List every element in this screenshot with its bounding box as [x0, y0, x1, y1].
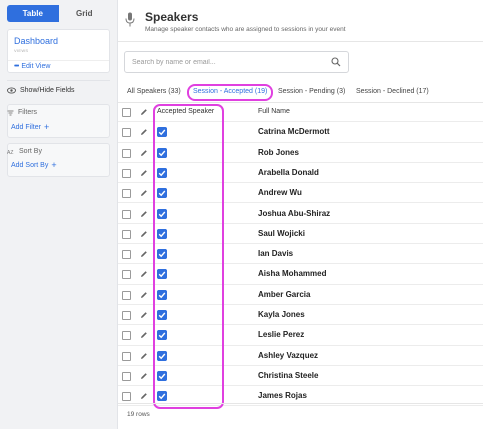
- tab-all-speakers[interactable]: All Speakers (33): [127, 88, 181, 95]
- speaker-full-name: Andrew Wu: [258, 188, 302, 198]
- edit-pencil-icon[interactable]: [140, 169, 148, 177]
- search-box: [124, 51, 349, 73]
- search-icon[interactable]: [331, 57, 341, 67]
- edit-pencil-icon[interactable]: [140, 149, 148, 157]
- tab-session-accepted[interactable]: Session - Accepted (19): [193, 88, 267, 95]
- filters-heading: Filters: [7, 109, 37, 116]
- page-title: Speakers: [145, 10, 199, 24]
- dashboard-card[interactable]: Dashboard VIEWS ••• Edit View: [7, 29, 110, 73]
- speaker-full-name: Christina Steele: [258, 370, 319, 380]
- speaker-full-name: Catrina McDermott: [258, 127, 330, 137]
- select-all-checkbox[interactable]: [122, 108, 131, 117]
- edit-pencil-icon[interactable]: [140, 210, 148, 218]
- add-sort-button[interactable]: Add Sort By +: [11, 160, 57, 170]
- edit-view-label: Edit View: [21, 63, 51, 70]
- speaker-full-name: James Rojas: [258, 391, 307, 401]
- speaker-full-name: Rob Jones: [258, 147, 299, 157]
- column-header-full-name[interactable]: Full Name: [258, 108, 290, 115]
- edit-pencil-icon[interactable]: [140, 372, 148, 380]
- grid-view-button[interactable]: Grid: [59, 5, 111, 22]
- app: Table Grid Dashboard VIEWS ••• Edit View…: [0, 0, 483, 429]
- view-toggle: Table Grid: [7, 5, 110, 22]
- row-select-checkbox[interactable]: [122, 311, 131, 320]
- edit-pencil-icon[interactable]: [140, 128, 148, 136]
- row-select-checkbox[interactable]: [122, 290, 131, 300]
- edit-view-link[interactable]: ••• Edit View: [14, 63, 50, 70]
- divider: [118, 403, 483, 404]
- edit-pencil-icon[interactable]: [140, 331, 148, 339]
- sort-heading: AZ Sort By: [7, 148, 42, 155]
- page-subtitle: Manage speaker contacts who are assigned…: [145, 26, 346, 33]
- speaker-full-name: Saul Wojicki: [258, 228, 305, 238]
- row-select-checkbox[interactable]: [122, 250, 131, 260]
- sidebar: Table Grid Dashboard VIEWS ••• Edit View…: [0, 0, 118, 429]
- row-select-checkbox[interactable]: [122, 351, 131, 361]
- speaker-full-name: Kayla Jones: [258, 310, 305, 319]
- divider: [7, 80, 110, 81]
- main-content: Speakers Manage speaker contacts who are…: [118, 0, 483, 429]
- speaker-full-name: Joshua Abu-Shiraz: [258, 208, 331, 218]
- divider: [118, 41, 483, 42]
- edit-pencil-icon[interactable]: [140, 392, 148, 400]
- row-count: 19 rows: [127, 411, 150, 418]
- tab-bar: All Speakers (33) Session - Accepted (19…: [118, 84, 483, 102]
- divider: [8, 60, 109, 61]
- add-filter-label: Add Filter: [11, 124, 41, 131]
- speaker-full-name: Amber Garcia: [258, 289, 311, 299]
- speaker-full-name: Ian Davis: [258, 249, 294, 259]
- svg-text:AZ: AZ: [7, 150, 13, 155]
- row-select-checkbox[interactable]: [122, 148, 131, 158]
- speaker-full-name: Aisha Mohammed: [258, 269, 327, 279]
- microphone-icon: [125, 12, 135, 27]
- speaker-full-name: Arabella Donald: [258, 167, 319, 177]
- edit-pencil-icon[interactable]: [140, 311, 148, 319]
- edit-pencil-icon[interactable]: [140, 291, 148, 299]
- dashboard-subtitle: VIEWS: [14, 48, 29, 53]
- row-select-checkbox[interactable]: [122, 189, 131, 199]
- speaker-full-name: Leslie Perez: [258, 330, 305, 340]
- sort-icon: AZ: [7, 150, 13, 155]
- show-hide-fields-label: Show/Hide Fields: [20, 87, 75, 94]
- edit-pencil-icon[interactable]: [140, 230, 148, 238]
- add-sort-label: Add Sort By: [11, 162, 49, 169]
- row-select-checkbox[interactable]: [122, 371, 131, 381]
- dashboard-title[interactable]: Dashboard: [14, 36, 58, 46]
- sort-label: Sort By: [19, 148, 42, 155]
- tab-session-declined[interactable]: Session - Declined (17): [356, 88, 429, 95]
- row-select-checkbox[interactable]: [122, 270, 131, 280]
- column-highlight-annotation: [153, 104, 224, 409]
- eye-icon: [7, 87, 16, 94]
- speaker-full-name: Ashley Vazquez: [258, 350, 319, 360]
- row-select-checkbox[interactable]: [122, 209, 131, 219]
- tab-session-pending[interactable]: Session - Pending (3): [278, 88, 345, 95]
- add-filter-button[interactable]: Add Filter +: [11, 122, 50, 132]
- filter-icon: [7, 110, 14, 115]
- plus-icon: +: [51, 160, 57, 170]
- row-select-checkbox[interactable]: [122, 168, 131, 178]
- row-select-checkbox[interactable]: [122, 229, 131, 239]
- row-select-checkbox[interactable]: [122, 128, 131, 138]
- filters-label: Filters: [18, 109, 38, 116]
- table-view-button[interactable]: Table: [7, 5, 59, 22]
- plus-icon: +: [43, 122, 50, 132]
- row-select-checkbox[interactable]: [122, 331, 131, 341]
- row-select-checkbox[interactable]: [122, 392, 131, 402]
- pencil-icon: [141, 109, 147, 115]
- edit-pencil-icon[interactable]: [140, 270, 148, 278]
- more-dots-icon: •••: [14, 63, 19, 70]
- edit-pencil-icon[interactable]: [140, 189, 148, 197]
- search-input[interactable]: [132, 56, 322, 69]
- edit-pencil-icon[interactable]: [140, 352, 148, 360]
- show-hide-fields-button[interactable]: Show/Hide Fields: [7, 87, 74, 94]
- edit-pencil-icon[interactable]: [140, 250, 148, 258]
